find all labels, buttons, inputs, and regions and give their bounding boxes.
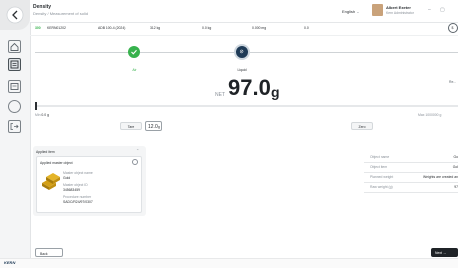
stepper-line bbox=[35, 52, 128, 53]
user-name: Albert Exeter bbox=[386, 5, 411, 10]
stepper-line bbox=[140, 52, 234, 53]
net-label: NET bbox=[215, 92, 225, 98]
result-note: Re... bbox=[449, 80, 457, 84]
weight-value: 97.0 bbox=[228, 75, 271, 100]
kern-logo: KERN bbox=[4, 260, 16, 265]
master-object-id: 345683459 bbox=[63, 188, 80, 192]
minimize-icon[interactable]: – bbox=[428, 7, 431, 13]
field-label: Procedure number bbox=[63, 195, 92, 199]
left-rail bbox=[0, 0, 31, 267]
next-button[interactable]: Next → bbox=[431, 248, 458, 257]
exit-icon[interactable] bbox=[8, 120, 21, 133]
back-arrow-icon bbox=[6, 6, 24, 24]
device-model: ADB 100-4 (2024) bbox=[98, 26, 126, 30]
step-air-done-icon bbox=[128, 46, 140, 58]
weight-range-bar bbox=[35, 105, 458, 107]
field-label: Master object name bbox=[63, 171, 93, 175]
close-icon[interactable] bbox=[132, 159, 138, 165]
language-select[interactable]: English ⌄ bbox=[342, 9, 360, 14]
step-liquid-label: Liquid bbox=[237, 68, 247, 72]
weight-range-marker bbox=[35, 102, 37, 110]
user-role: Kern Administrator bbox=[386, 11, 414, 15]
step-air-label: Air bbox=[132, 68, 137, 72]
detail-row: Raw weight (g) 97 bbox=[364, 182, 458, 193]
master-object-name: Gold bbox=[63, 176, 71, 180]
gold-bars-icon bbox=[42, 173, 60, 190]
help-icon[interactable]: $ bbox=[448, 23, 458, 33]
home-icon[interactable] bbox=[8, 40, 21, 53]
weight-unit: g bbox=[271, 84, 280, 100]
collapse-icon[interactable]: ⌃ bbox=[136, 148, 139, 153]
document-icon[interactable] bbox=[8, 80, 21, 93]
back-button[interactable]: Back bbox=[35, 248, 63, 257]
procedure-number: SADC/R24/97/0307 bbox=[63, 200, 93, 204]
master-object-card[interactable]: Applied master object Master object name… bbox=[36, 156, 142, 213]
breadcrumb-item: Measurement of solid bbox=[49, 11, 88, 16]
chevron-down-icon: ⌄ bbox=[356, 9, 360, 14]
zero-button[interactable]: Zero bbox=[351, 122, 373, 130]
maximize-icon[interactable]: ▢ bbox=[440, 7, 445, 13]
range-min: Min 0.0 g bbox=[35, 113, 49, 117]
applied-item-title: Applied item bbox=[36, 150, 55, 154]
breadcrumb: Density / Measurement of solid bbox=[33, 11, 88, 16]
readability-value: 0.000 mg bbox=[252, 26, 267, 30]
device-id: KERN01202 bbox=[47, 26, 66, 30]
verification-value: 0.0 bbox=[304, 26, 309, 30]
avatar[interactable] bbox=[372, 4, 383, 16]
object-details-panel: Object name Go Object item Gol Planned w… bbox=[364, 152, 458, 204]
step-liquid-current-icon: ⊘ bbox=[234, 44, 250, 60]
settings-icon[interactable] bbox=[8, 100, 21, 113]
top-bar: Density Density / Measurement of solid E… bbox=[30, 0, 458, 23]
app-badge[interactable] bbox=[0, 0, 30, 30]
page-title: Density bbox=[33, 4, 52, 10]
min-value: 0.0 kg bbox=[202, 26, 212, 30]
device-info-bar: 300 KERN01202 ADB 100-4 (2024) 312 kg 0.… bbox=[30, 22, 458, 36]
language-label: English bbox=[342, 9, 356, 14]
capacity-value: 312 kg bbox=[150, 26, 161, 30]
weighing-icon[interactable] bbox=[8, 58, 21, 71]
range-max: Max 1000000 g bbox=[418, 113, 442, 117]
field-label: Master object ID bbox=[63, 183, 88, 187]
tare-button[interactable]: Tare bbox=[120, 122, 142, 130]
stepper-line bbox=[250, 52, 458, 53]
tare-value-input[interactable]: 12.0 g bbox=[145, 121, 162, 131]
connection-status: 300 bbox=[35, 26, 41, 30]
breadcrumb-item[interactable]: Density bbox=[33, 11, 46, 16]
card-title: Applied master object bbox=[40, 161, 73, 165]
